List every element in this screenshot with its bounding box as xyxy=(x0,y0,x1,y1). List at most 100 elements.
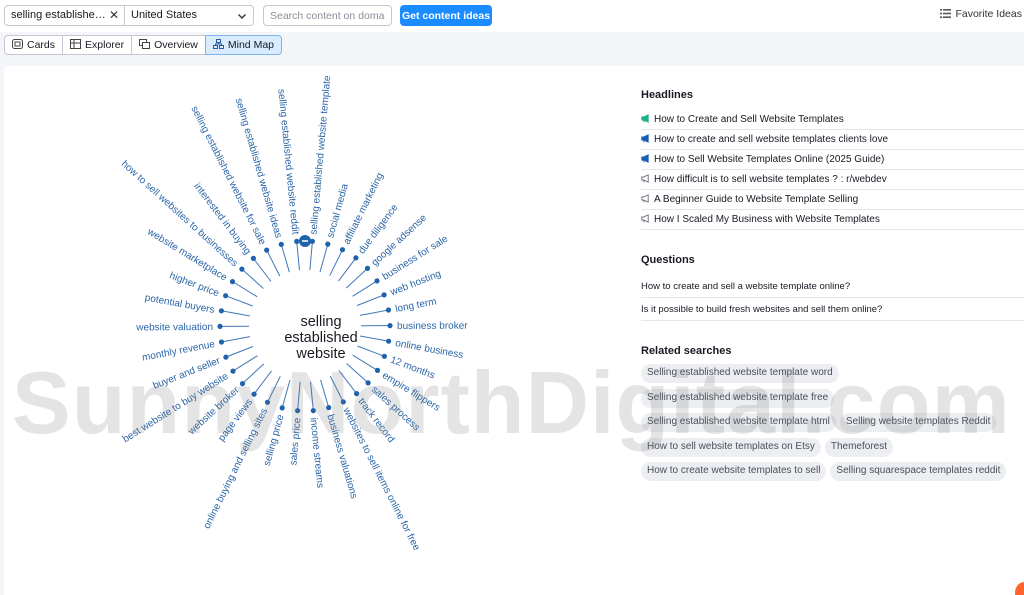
mind-map-spoke xyxy=(253,370,272,395)
mind-map-node[interactable] xyxy=(230,368,236,374)
question-item[interactable]: How to create and sell a website templat… xyxy=(641,275,1024,298)
mind-map-node[interactable] xyxy=(365,380,371,386)
mind-map-node[interactable] xyxy=(218,339,225,345)
headline-item[interactable]: How I Scaled My Business with Website Te… xyxy=(641,210,1024,230)
related-chip-row: Selling established website template htm… xyxy=(641,413,1024,432)
mind-map-spoke xyxy=(267,376,281,403)
mind-map-node[interactable] xyxy=(217,323,223,329)
mind-map-node[interactable] xyxy=(223,293,229,299)
mind-map-node[interactable] xyxy=(218,308,224,314)
mind-map-spoke xyxy=(241,268,264,289)
mind-map-node[interactable] xyxy=(339,247,346,253)
mind-map-spoke xyxy=(345,268,368,289)
mind-map-node[interactable] xyxy=(340,399,346,405)
mind-map-center-line-1: selling xyxy=(300,314,341,330)
headline-text: How I Scaled My Business with Website Te… xyxy=(654,214,880,225)
tab-explorer[interactable]: Explorer xyxy=(62,35,133,55)
mind-map-node[interactable] xyxy=(381,292,387,298)
mind-map-topic[interactable]: selling established website ideas xyxy=(233,97,284,239)
questions-title: Questions xyxy=(641,254,695,266)
mind-map-node[interactable] xyxy=(239,381,246,387)
headline-item[interactable]: How difficult is to sell website templat… xyxy=(641,170,1024,190)
mind-map-topic[interactable]: potential buyers xyxy=(144,293,215,316)
mind-map-spoke xyxy=(338,370,357,394)
domain-search-input[interactable] xyxy=(263,5,392,26)
tab-cards[interactable]: Cards xyxy=(4,35,64,55)
tab-mind-map[interactable]: Mind Map xyxy=(204,35,282,55)
related-search-chip[interactable]: Selling website templates Reddit xyxy=(839,413,997,432)
mind-map-spoke xyxy=(357,345,385,357)
question-item[interactable]: Is it possible to build fresh websites a… xyxy=(641,298,1024,321)
mind-map-topic[interactable]: selling price xyxy=(262,413,287,467)
mind-map-node[interactable] xyxy=(385,307,392,313)
clear-icon[interactable]: ✕ xyxy=(109,8,119,22)
mind-map-node[interactable] xyxy=(295,408,301,414)
mind-map-spoke xyxy=(356,294,385,306)
chat-badge-icon[interactable] xyxy=(1015,582,1024,595)
questions-list: How to create and sell a website templat… xyxy=(641,275,1024,321)
mind-map-node[interactable] xyxy=(251,391,257,397)
tab-overview[interactable]: Overview xyxy=(131,35,206,55)
tab-mind-map-label: Mind Map xyxy=(227,39,274,51)
mind-map-spoke xyxy=(309,241,313,271)
cards-icon xyxy=(12,39,23,49)
mind-map-node[interactable] xyxy=(239,266,245,272)
mind-map-node[interactable] xyxy=(294,238,300,244)
related-chip-row: Selling established website template wor… xyxy=(641,364,1024,383)
headlines-title: Headlines xyxy=(641,89,693,101)
headline-item[interactable]: How to Sell Website Templates Online (20… xyxy=(641,150,1024,170)
mind-map-spoke xyxy=(232,281,258,298)
headline-text: How difficult is to sell website templat… xyxy=(654,174,887,185)
headline-item[interactable]: A Beginner Guide to Website Template Sel… xyxy=(641,190,1024,210)
mind-map-node[interactable] xyxy=(387,323,393,329)
headline-item[interactable]: How to create and sell website templates… xyxy=(641,130,1024,150)
mind-map-node[interactable] xyxy=(326,405,332,411)
keyword-value: selling established ... xyxy=(11,9,107,21)
country-select[interactable]: United States xyxy=(124,5,254,26)
mind-map-topic[interactable]: website valuation xyxy=(135,322,213,333)
related-search-chip[interactable]: Selling squarespace templates reddit xyxy=(830,462,1007,481)
related-chip-row: Selling established website template fre… xyxy=(641,388,1024,408)
mind-map-node[interactable] xyxy=(310,408,316,414)
mind-map-topic[interactable]: selling established website reddit xyxy=(275,88,300,235)
mind-map-node[interactable] xyxy=(325,241,331,247)
mind-map-topic[interactable]: selling established website template xyxy=(309,75,334,235)
mind-map-node[interactable] xyxy=(250,255,256,261)
mind-map-spoke xyxy=(266,249,281,277)
mind-map-node[interactable] xyxy=(264,399,271,405)
mind-map-spoke xyxy=(253,258,272,282)
mind-map-node[interactable] xyxy=(354,391,360,397)
related-search-chip[interactable]: How to sell website templates on Etsy xyxy=(641,437,821,457)
mind-map-node[interactable] xyxy=(381,353,387,359)
favorite-ideas-button[interactable]: Favorite Ideas xyxy=(940,8,1022,20)
mind-map-node[interactable] xyxy=(278,241,284,247)
keyword-input[interactable]: selling established ... ✕ xyxy=(4,5,125,26)
tab-cards-label: Cards xyxy=(27,39,56,51)
related-search-chip[interactable]: Selling established website template fre… xyxy=(641,388,835,408)
related-search-chip[interactable]: Selling established website template wor… xyxy=(641,364,839,383)
mind-map-topic[interactable]: online business xyxy=(394,338,464,361)
mind-map-node[interactable] xyxy=(223,354,229,360)
mind-map-node[interactable] xyxy=(374,367,381,373)
mind-map-node[interactable] xyxy=(264,247,270,253)
table-icon xyxy=(70,39,82,49)
mind-map-spoke xyxy=(329,249,343,276)
mind-map-node[interactable] xyxy=(386,338,392,344)
mind-map-topic[interactable]: sales price xyxy=(288,417,303,466)
headline-item[interactable]: How to Create and Sell Website Templates xyxy=(641,110,1024,130)
mind-map-node[interactable] xyxy=(364,265,371,271)
related-search-chip[interactable]: How to create website templates to sell xyxy=(641,462,827,481)
related-search-chip[interactable]: Selling established website template htm… xyxy=(641,413,836,432)
mind-map-spoke xyxy=(232,355,258,372)
related-search-chip[interactable]: Themeforest xyxy=(824,437,893,457)
mind-map-topic[interactable]: business broker xyxy=(397,321,468,332)
mind-map-node[interactable] xyxy=(279,405,285,411)
mind-map-node[interactable] xyxy=(374,278,380,284)
mind-map-node[interactable] xyxy=(353,255,359,261)
mind-map-node[interactable] xyxy=(229,279,236,285)
mind-map-topic[interactable]: income streams xyxy=(308,417,326,488)
mindmap-icon xyxy=(212,39,224,49)
get-content-ideas-button[interactable]: Get content ideas xyxy=(400,5,492,26)
related-chip-row: How to sell website templates on Etsy The… xyxy=(641,437,1024,457)
mind-map-topic[interactable]: long term xyxy=(394,296,437,315)
